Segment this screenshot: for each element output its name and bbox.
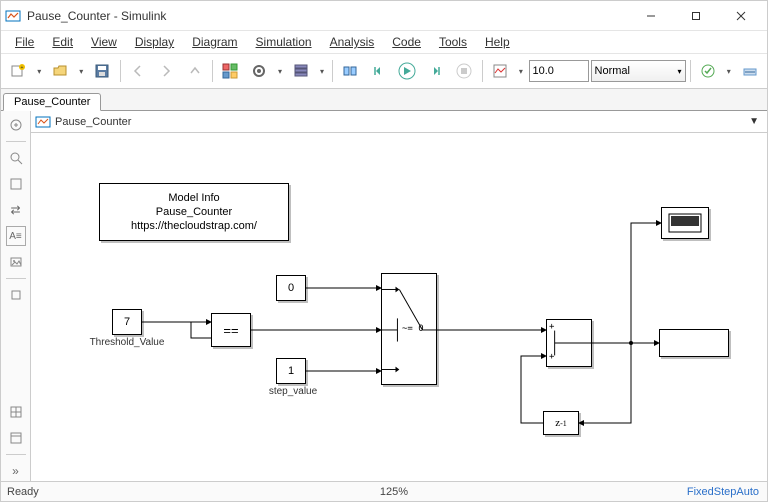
- menu-code[interactable]: Code: [384, 33, 429, 51]
- step-back-button[interactable]: [365, 57, 392, 85]
- delay-exp: -1: [560, 419, 567, 428]
- sum-port1-label: +: [549, 322, 554, 332]
- menu-tools[interactable]: Tools: [431, 33, 475, 51]
- menu-diagram[interactable]: Diagram: [184, 33, 245, 51]
- tab-pause-counter[interactable]: Pause_Counter: [3, 93, 101, 111]
- expand-icon[interactable]: »: [6, 461, 26, 481]
- menu-analysis[interactable]: Analysis: [322, 33, 383, 51]
- status-ready: Ready: [1, 486, 101, 498]
- breadcrumb-bar: Pause_Counter ▼: [31, 111, 767, 133]
- display-block[interactable]: [659, 329, 729, 357]
- model-config-button[interactable]: [246, 57, 273, 85]
- menu-edit[interactable]: Edit: [44, 33, 81, 51]
- model-explorer-dropdown[interactable]: ▾: [316, 67, 327, 76]
- build-button[interactable]: [695, 57, 722, 85]
- constant-threshold-block[interactable]: 7: [112, 309, 142, 335]
- toolbar: + ▾ ▾ ▾ ▾ ▾ Normal▾ ▾: [1, 53, 767, 89]
- status-solver-link[interactable]: FixedStepAuto: [687, 486, 767, 498]
- model-info-block[interactable]: Model Info Pause_Counter https://theclou…: [99, 183, 289, 241]
- switch-block[interactable]: ~= 0: [381, 273, 437, 385]
- simulink-app-icon: [5, 8, 21, 24]
- up-button[interactable]: [182, 57, 209, 85]
- property-inspector-icon[interactable]: [6, 428, 26, 448]
- toggle-perspectives-icon[interactable]: ⇄: [6, 200, 26, 220]
- constant-threshold-label: Threshold_Value: [81, 337, 173, 348]
- data-inspector-button[interactable]: [487, 57, 514, 85]
- menu-bar: File Edit View Display Diagram Simulatio…: [1, 31, 767, 53]
- explorer-palette: ⇄ A≡ »: [1, 111, 31, 481]
- breadcrumb-model-name[interactable]: Pause_Counter: [55, 116, 745, 128]
- model-info-line2: Pause_Counter: [156, 205, 232, 219]
- simulation-mode-select[interactable]: Normal▾: [591, 60, 686, 82]
- breadcrumb-dropdown[interactable]: ▼: [745, 116, 763, 127]
- back-button[interactable]: [124, 57, 151, 85]
- stop-button[interactable]: [451, 57, 478, 85]
- svg-text:+: +: [21, 65, 24, 71]
- menu-display[interactable]: Display: [127, 33, 182, 51]
- tab-bar: Pause_Counter: [1, 89, 767, 111]
- update-diagram-button[interactable]: [337, 57, 364, 85]
- constant-zero-block[interactable]: 0: [276, 275, 306, 301]
- scope-block[interactable]: [661, 207, 709, 239]
- model-info-line1: Model Info: [168, 191, 219, 205]
- annotation-icon[interactable]: A≡: [6, 226, 26, 246]
- fit-to-view-icon[interactable]: [6, 174, 26, 194]
- menu-file[interactable]: File: [7, 33, 42, 51]
- status-bar: Ready 125% FixedStepAuto: [1, 481, 767, 501]
- open-button[interactable]: [47, 57, 74, 85]
- library-browser-button[interactable]: [217, 57, 244, 85]
- menu-simulation[interactable]: Simulation: [248, 33, 320, 51]
- scope-glyph-icon: [665, 211, 705, 235]
- menu-help[interactable]: Help: [477, 33, 518, 51]
- window-maximize-button[interactable]: [673, 2, 718, 30]
- zoom-icon[interactable]: [6, 148, 26, 168]
- new-model-dropdown[interactable]: ▾: [34, 67, 45, 76]
- model-info-line3: https://thecloudstrap.com/: [131, 219, 257, 233]
- unit-delay-block[interactable]: z-1: [543, 411, 579, 435]
- model-config-dropdown[interactable]: ▾: [274, 67, 285, 76]
- step-forward-button[interactable]: [422, 57, 449, 85]
- simulation-stop-time-input[interactable]: [529, 60, 589, 82]
- window-title: Pause_Counter - Simulink: [27, 9, 628, 23]
- sum-block[interactable]: + +: [546, 319, 592, 367]
- data-inspector-dropdown[interactable]: ▾: [515, 67, 526, 76]
- switch-criteria-label: ~= 0: [402, 324, 424, 334]
- constant-one-label: step_value: [263, 386, 323, 397]
- forward-button[interactable]: [153, 57, 180, 85]
- model-explorer-button[interactable]: [288, 57, 315, 85]
- sum-port2-label: +: [549, 352, 554, 362]
- menu-view[interactable]: View: [83, 33, 125, 51]
- deploy-button[interactable]: [736, 57, 763, 85]
- title-bar: Pause_Counter - Simulink: [1, 1, 767, 31]
- open-dropdown[interactable]: ▾: [76, 67, 87, 76]
- model-data-editor-icon[interactable]: [6, 402, 26, 422]
- relational-operator-block[interactable]: ==: [211, 313, 251, 347]
- constant-one-block[interactable]: 1: [276, 358, 306, 384]
- viewmark-icon[interactable]: [6, 285, 26, 305]
- new-model-button[interactable]: +: [5, 57, 32, 85]
- save-button[interactable]: [89, 57, 116, 85]
- build-dropdown[interactable]: ▾: [723, 67, 734, 76]
- run-button[interactable]: [394, 57, 421, 85]
- status-zoom[interactable]: 125%: [101, 486, 687, 498]
- window-close-button[interactable]: [718, 2, 763, 30]
- image-icon[interactable]: [6, 252, 26, 272]
- window-minimize-button[interactable]: [628, 2, 673, 30]
- model-canvas[interactable]: Model Info Pause_Counter https://theclou…: [31, 133, 767, 481]
- model-icon: [35, 115, 51, 129]
- hide-browser-icon[interactable]: [6, 115, 26, 135]
